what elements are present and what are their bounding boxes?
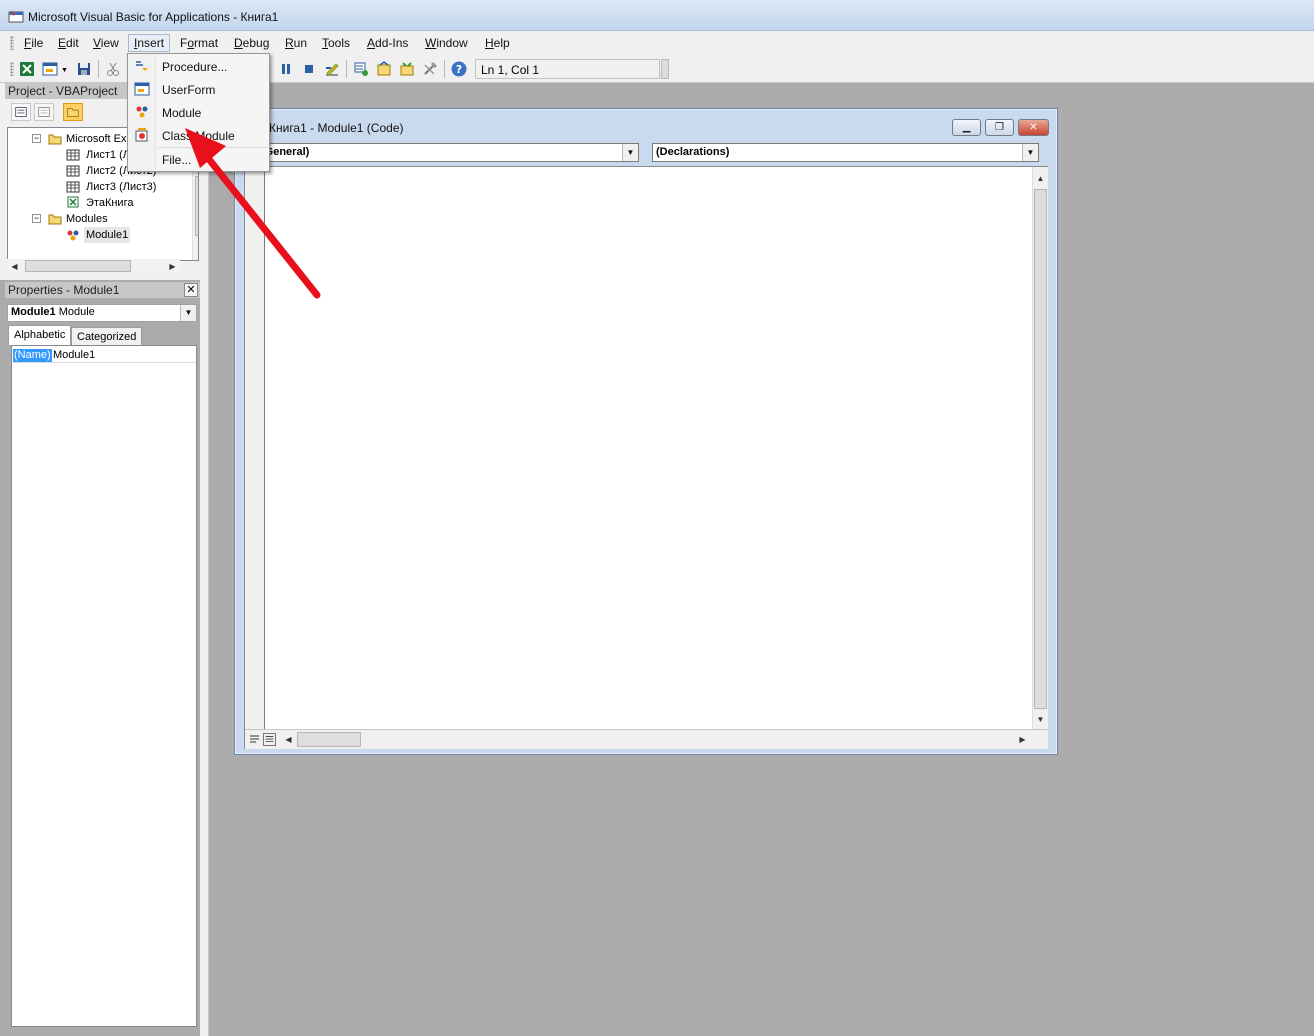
code-window-footer: ◀ ▶ <box>245 729 1048 749</box>
menu-window[interactable]: Window <box>420 34 473 52</box>
menu-format[interactable]: Format <box>175 34 223 52</box>
menu-tools[interactable]: Tools <box>317 34 355 52</box>
toolbar-separator <box>346 60 347 78</box>
toggle-folders-icon[interactable] <box>63 103 83 121</box>
tab-categorized[interactable]: Categorized <box>71 327 143 345</box>
menu-view-rest: iew <box>100 36 119 50</box>
menu-item-procedure[interactable]: Procedure... <box>128 58 269 76</box>
code-hscroll-thumb[interactable] <box>297 732 361 747</box>
toolbar-separator <box>98 60 99 78</box>
view-code-icon[interactable] <box>11 103 31 121</box>
view-object-icon[interactable] <box>34 103 54 121</box>
menu-item-userform[interactable]: UserForm <box>128 81 269 99</box>
full-module-view-icon[interactable] <box>263 733 276 746</box>
dropdown-arrow-icon[interactable]: ▼ <box>61 67 68 74</box>
menu-insert-rest: nsert <box>137 36 165 50</box>
toolbar-options-chevron[interactable] <box>661 59 669 79</box>
collapse-toggle[interactable]: − <box>32 134 41 143</box>
tree-horizontal-scrollbar[interactable]: ◀ ▶ <box>7 259 180 273</box>
folder-icon <box>48 214 62 225</box>
scroll-left-icon[interactable]: ◀ <box>7 259 22 274</box>
close-button[interactable]: ✕ <box>1018 119 1049 136</box>
sheet-icon <box>66 181 80 193</box>
menu-format-rest: rmat <box>194 36 219 50</box>
properties-icon[interactable] <box>375 60 393 78</box>
menu-file[interactable]: File <box>19 34 48 52</box>
userform-icon <box>134 82 150 96</box>
scroll-down-icon[interactable]: ▼ <box>1033 712 1048 727</box>
scroll-right-icon[interactable]: ▶ <box>1015 732 1030 747</box>
module-icon <box>136 106 148 118</box>
menu-edit-rest: dit <box>66 36 79 50</box>
help-icon[interactable]: ? <box>450 60 468 78</box>
window-title: Microsoft Visual Basic for Applications … <box>28 10 279 24</box>
cursor-position-field: Ln 1, Col 1 <box>475 59 660 79</box>
procedure-combo[interactable]: (Declarations) ▼ <box>652 143 1039 162</box>
menu-addins-rest: dd-Ins <box>375 36 409 50</box>
title-bar: Microsoft Visual Basic for Applications … <box>0 0 1314 31</box>
property-name: (Name) <box>13 349 52 362</box>
menu-tools-rest: ools <box>328 36 351 50</box>
properties-object-select[interactable]: Module1 Module ▼ <box>7 304 197 322</box>
tab-alphabetic[interactable]: Alphabetic <box>8 325 72 345</box>
restore-button[interactable]: ❐ <box>985 119 1014 136</box>
design-mode-icon[interactable] <box>323 60 341 78</box>
scroll-left-icon[interactable]: ◀ <box>281 732 296 747</box>
chevron-down-icon[interactable]: ▼ <box>622 144 638 161</box>
object-browser-icon[interactable] <box>398 60 416 78</box>
procedure-view-icon[interactable] <box>248 733 261 746</box>
sheet-icon <box>66 149 80 161</box>
module-icon <box>67 230 79 241</box>
procedure-icon <box>136 61 148 71</box>
menu-run-rest: un <box>293 36 308 50</box>
cut-icon[interactable] <box>104 60 122 78</box>
menu-view[interactable]: View <box>88 34 124 52</box>
property-row[interactable]: (Name) Module1 <box>13 349 196 363</box>
code-vertical-scrollbar[interactable]: ▲ ▼ <box>1032 167 1048 729</box>
menu-insert[interactable]: Insert <box>128 34 171 52</box>
reset-icon[interactable] <box>300 60 318 78</box>
menu-window-rest: indow <box>436 36 468 50</box>
toolbar-separator <box>444 60 445 78</box>
toolbox-icon[interactable] <box>421 60 439 78</box>
properties-grid: (Name) Module1 <box>11 345 197 1027</box>
sheet-icon <box>66 165 80 177</box>
chevron-down-icon[interactable]: ▼ <box>1022 144 1038 161</box>
menu-addins[interactable]: Add-Ins <box>362 34 413 52</box>
menubar-grip[interactable] <box>10 36 14 50</box>
code-window: Книга1 - Module1 (Code) ▁ ❐ ✕ (General) … <box>234 108 1058 755</box>
insert-userform-icon[interactable] <box>41 60 59 78</box>
menu-run[interactable]: Run <box>280 34 312 52</box>
break-icon[interactable] <box>277 60 295 78</box>
menu-help[interactable]: Help <box>480 34 515 52</box>
collapse-toggle[interactable]: − <box>32 214 41 223</box>
menu-debug[interactable]: Debug <box>229 34 274 52</box>
toolbar-grip[interactable] <box>10 62 14 76</box>
menu-bar: File Edit View Insert Format Debug Run T… <box>0 31 1314 55</box>
minimize-button[interactable]: ▁ <box>952 119 981 136</box>
vba-app-icon <box>8 10 24 23</box>
project-explorer-icon[interactable] <box>352 60 370 78</box>
menu-help-rest: elp <box>493 36 510 50</box>
scroll-up-icon[interactable]: ▲ <box>1033 171 1048 186</box>
code-editor[interactable]: ▲ ▼ ◀ ▶ <box>244 166 1048 749</box>
svg-text:?: ? <box>456 63 462 76</box>
menu-debug-rest: ebug <box>242 36 270 50</box>
workbook-icon <box>67 196 79 208</box>
save-icon[interactable] <box>75 60 93 78</box>
code-vscroll-thumb[interactable] <box>1034 189 1047 709</box>
menu-file-rest: ile <box>31 36 44 50</box>
menu-edit[interactable]: Edit <box>53 34 84 52</box>
property-value[interactable]: Module1 <box>53 349 95 362</box>
tree-hscroll-thumb[interactable] <box>25 260 131 272</box>
class-module-icon <box>135 128 148 142</box>
excel-icon[interactable] <box>18 60 36 78</box>
annotation-arrow <box>185 128 321 299</box>
folder-icon <box>48 134 62 145</box>
